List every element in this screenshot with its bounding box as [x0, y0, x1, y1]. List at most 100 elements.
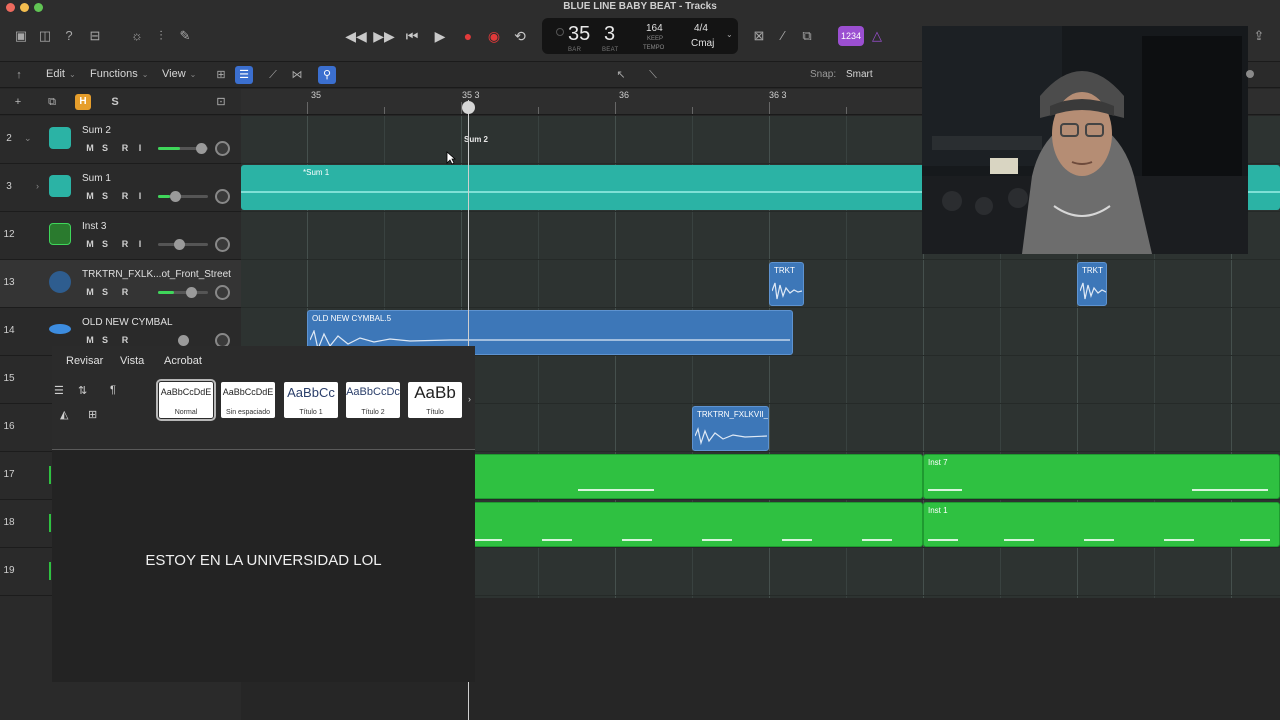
fast-forward-button[interactable]: ▶▶ [372, 24, 396, 48]
back-arrow-icon[interactable]: ↑ [10, 66, 28, 84]
lcd-display[interactable]: 35 3 BAR BEAT 164 KEEP TEMPO 4/4 Cmaj ⌄ [542, 18, 738, 54]
input-monitor-button[interactable]: I [134, 239, 146, 249]
chevron-right-icon[interactable]: › [468, 394, 471, 404]
track-name[interactable]: Sum 1 [82, 173, 111, 184]
pointer-tool-icon[interactable]: ↖ [612, 66, 630, 84]
style-titulo-2[interactable]: AaBbCcDc Título 2 [346, 382, 400, 418]
editors-icon[interactable]: ✎ [174, 26, 196, 46]
tab-revisar[interactable]: Revisar [66, 355, 103, 367]
shading-icon[interactable]: ◭ [60, 408, 68, 421]
duplicate-track-icon[interactable]: ⧉ [44, 94, 60, 110]
toolbar-toggle-icon[interactable]: ⊟ [84, 26, 106, 46]
library-icon[interactable]: ▣ [10, 26, 32, 46]
track-name[interactable]: Sum 2 [82, 125, 111, 136]
region-inst7[interactable]: Inst 7 [923, 454, 1280, 499]
cycle-button[interactable]: ⟲ [508, 24, 532, 48]
tab-acrobat[interactable]: Acrobat [164, 355, 202, 367]
automation-icon[interactable]: ⟋ [264, 66, 282, 84]
track-name[interactable]: Inst 3 [82, 221, 106, 232]
edit-menu[interactable]: Edit ⌄ [46, 68, 76, 80]
grid-view-icon[interactable]: ⊞ [212, 66, 230, 84]
share-icon[interactable]: ⇪ [1248, 26, 1270, 46]
region-trktrn-fxlkvii[interactable]: TRKTRN_FXLKVII_ [692, 406, 769, 451]
chevron-right-icon[interactable]: › [36, 181, 39, 191]
document-body-text[interactable]: ESTOY EN LA UNIVERSIDAD LOL [52, 552, 475, 569]
record-enable-button[interactable]: R [119, 191, 131, 201]
pan-knob[interactable] [215, 237, 230, 252]
smart-controls-icon[interactable]: ☼ [126, 26, 148, 46]
list-icon[interactable]: ☰ [54, 384, 64, 397]
pan-knob[interactable] [215, 285, 230, 300]
list-editors-icon[interactable]: ⧉ [796, 26, 818, 46]
help-icon[interactable]: ? [58, 26, 80, 46]
style-normal[interactable]: AaBbCcDdE Normal [156, 379, 216, 421]
record-enable-button[interactable]: R [119, 239, 131, 249]
volume-fader-knob[interactable] [186, 287, 197, 298]
style-titulo[interactable]: AaBb Título [408, 382, 462, 418]
cancel-icon[interactable]: ⊠ [748, 26, 770, 46]
volume-fader[interactable] [158, 291, 208, 294]
catch-icon[interactable]: ⚲ [318, 66, 336, 84]
track-header-sum1[interactable]: 3 › Sum 1 M S R I [0, 164, 241, 212]
volume-fader[interactable] [158, 195, 208, 198]
track-header-inst3[interactable]: 12 Inst 3 M S R I [0, 212, 241, 260]
track-header-trktrn[interactable]: 13 TRKTRN_FXLK...ot_Front_Street M S R [0, 260, 241, 308]
solo-button[interactable]: S [99, 335, 111, 345]
sort-icon[interactable]: ⇅ [78, 384, 87, 397]
solo-button[interactable]: S [99, 191, 111, 201]
input-monitor-button[interactable]: I [134, 191, 146, 201]
volume-fader-knob[interactable] [174, 239, 185, 250]
mute-button[interactable]: M [84, 335, 96, 345]
track-header-sum2[interactable]: 2 ⌄ Sum 2 M S R I [0, 116, 241, 164]
style-sin-espaciado[interactable]: AaBbCcDdE Sin espaciado [221, 382, 275, 418]
tab-vista[interactable]: Vista [120, 355, 144, 367]
functions-menu[interactable]: Functions ⌄ [90, 68, 148, 80]
record-button[interactable]: ● [456, 24, 480, 48]
volume-fader-knob[interactable] [178, 335, 189, 346]
volume-fader-knob[interactable] [170, 191, 181, 202]
add-track-button[interactable]: + [10, 94, 26, 110]
tuner-icon[interactable]: ⁄ [772, 26, 794, 46]
track-name[interactable]: OLD NEW CYMBAL [82, 317, 173, 328]
mute-button[interactable]: M [84, 239, 96, 249]
solo-button[interactable]: S [99, 287, 111, 297]
mute-button[interactable]: M [84, 143, 96, 153]
track-view-icon[interactable]: ⊡ [213, 94, 229, 110]
view-menu[interactable]: View ⌄ [162, 68, 196, 80]
mute-button[interactable]: M [84, 287, 96, 297]
solo-button[interactable]: S [99, 143, 111, 153]
input-monitor-button[interactable]: I [134, 143, 146, 153]
chevron-down-icon[interactable]: ⌄ [24, 133, 32, 144]
region-trkt-b[interactable]: TRKT [1077, 262, 1107, 306]
rewind-button[interactable]: ◀◀ [344, 24, 368, 48]
pilcrow-icon[interactable]: ¶ [110, 384, 116, 396]
track-name[interactable]: TRKTRN_FXLK...ot_Front_Street [82, 269, 231, 280]
pan-knob[interactable] [215, 189, 230, 204]
mixer-icon[interactable]: ⫶ [150, 26, 172, 46]
pan-knob[interactable] [215, 141, 230, 156]
style-titulo-1[interactable]: AaBbCc Título 1 [284, 382, 338, 418]
playhead-handle[interactable] [462, 101, 475, 114]
volume-fader-knob[interactable] [196, 143, 207, 154]
borders-icon[interactable]: ⊞ [88, 408, 97, 421]
hide-button[interactable]: H [75, 94, 91, 110]
inspector-icon[interactable]: ◫ [34, 26, 56, 46]
scroll-knob[interactable] [1246, 70, 1254, 78]
metronome-icon[interactable]: △ [866, 26, 888, 46]
snap-value[interactable]: Smart [846, 69, 873, 80]
lcd-chevron-down-icon[interactable]: ⌄ [726, 30, 733, 39]
go-to-beginning-button[interactable]: ⏮ [400, 24, 424, 48]
record-enable-button[interactable]: R [119, 287, 131, 297]
list-view-icon[interactable]: ☰ [235, 66, 253, 84]
solo-button[interactable]: S [99, 239, 111, 249]
mute-button[interactable]: M [84, 191, 96, 201]
play-button[interactable]: ▶ [428, 24, 452, 48]
global-solo-button[interactable]: S [107, 94, 123, 110]
count-in-badge[interactable]: 1234 [838, 26, 864, 46]
region-inst1[interactable]: Inst 1 [923, 502, 1280, 547]
region-trkt-a[interactable]: TRKT [769, 262, 804, 306]
replace-record-icon[interactable]: ◉ [482, 24, 506, 48]
lane-trktrn[interactable]: TRKT TRKT [241, 260, 1280, 308]
flex-icon[interactable]: ⋈ [288, 66, 306, 84]
pencil-tool-icon[interactable]: ⟍ [644, 66, 662, 84]
